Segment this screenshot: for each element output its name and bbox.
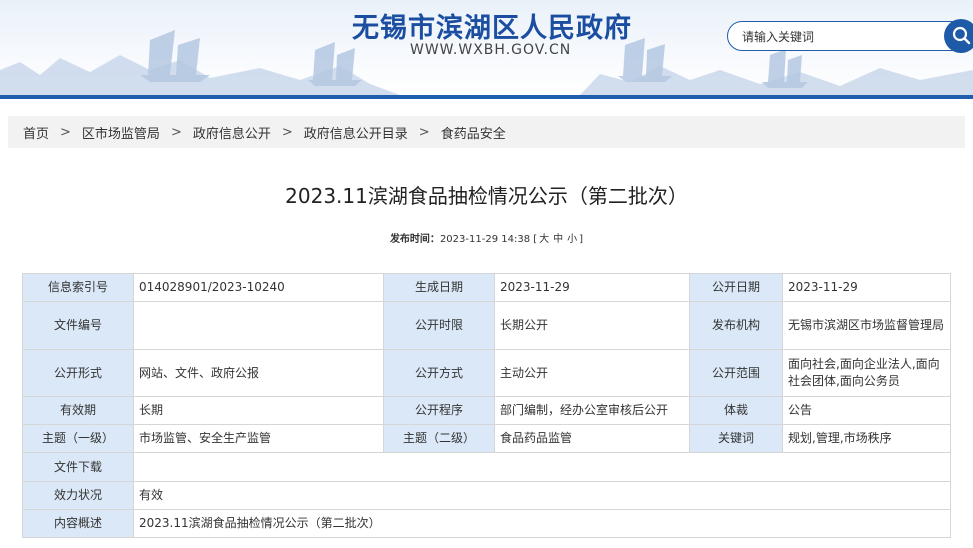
font-size-small-link[interactable]: 小: [567, 234, 577, 245]
index-number-value: 014028901/2023-10240: [133, 273, 384, 302]
generate-date-label: 生成日期: [383, 273, 495, 302]
info-table: 信息索引号 014028901/2023-10240 生成日期 2023-11-…: [22, 273, 951, 538]
breadcrumb-separator: >: [281, 124, 293, 140]
search-button[interactable]: [944, 19, 973, 53]
validity-value: 长期: [133, 396, 384, 425]
breadcrumb-separator: >: [418, 124, 430, 140]
issuer-value: 无锡市滨湖区市场监督管理局: [782, 301, 951, 350]
font-size-bracket-open: [: [533, 234, 538, 245]
procedure-value: 部门编制，经办公室审核后公开: [494, 396, 690, 425]
topic-level2-value: 食品药品监管: [494, 424, 690, 453]
search-box: [727, 21, 967, 51]
publish-date-value: 2023-11-29: [782, 273, 951, 302]
publish-info: 发布时间：2023-11-29 14:38 [大中小]: [0, 230, 973, 245]
procedure-label: 公开程序: [383, 396, 495, 425]
header-divider: [0, 95, 973, 99]
generate-date-value: 2023-11-29: [494, 273, 690, 302]
site-title: 无锡市滨湖区人民政府: [352, 13, 632, 44]
effect-status-value: 有效: [133, 481, 951, 510]
breadcrumb-info-disclosure[interactable]: 政府信息公开: [193, 123, 271, 142]
table-row: 信息索引号 014028901/2023-10240 生成日期 2023-11-…: [22, 273, 951, 302]
file-download-label: 文件下载: [22, 452, 134, 482]
table-row: 内容概述 2023.11滨湖食品抽检情况公示（第二批次）: [22, 509, 951, 538]
disclosure-method-value: 主动公开: [494, 349, 690, 397]
keywords-label: 关键词: [689, 424, 783, 453]
summary-value: 2023.11滨湖食品抽检情况公示（第二批次）: [133, 509, 951, 538]
header-banner: 无锡市滨湖区人民政府 WWW.WXBH.GOV.CN: [0, 0, 973, 95]
topic-level1-label: 主题（一级）: [22, 424, 134, 453]
genre-value: 公告: [782, 396, 951, 425]
breadcrumb-separator: >: [170, 124, 182, 140]
table-row: 有效期 长期 公开程序 部门编制，经办公室审核后公开 体裁 公告: [22, 396, 951, 425]
document-number-label: 文件编号: [22, 301, 134, 350]
genre-label: 体裁: [689, 396, 783, 425]
keywords-value: 规划,管理,市场秩序: [782, 424, 951, 453]
topic-level2-label: 主题（二级）: [383, 424, 495, 453]
effect-status-label: 效力状况: [22, 481, 134, 510]
table-row: 文件下载: [22, 452, 951, 482]
topic-level1-value: 市场监管、安全生产监管: [133, 424, 384, 453]
breadcrumb-food-drug-safety[interactable]: 食药品安全: [441, 123, 506, 142]
time-limit-value: 长期公开: [494, 301, 690, 350]
breadcrumb-home[interactable]: 首页: [23, 123, 49, 142]
disclosure-scope-value: 面向社会,面向企业法人,面向社会团体,面向公务员: [782, 349, 951, 397]
search-input[interactable]: [742, 28, 932, 46]
breadcrumb: 首页 > 区市场监管局 > 政府信息公开 > 政府信息公开目录 > 食药品安全: [8, 116, 965, 148]
table-row: 效力状况 有效: [22, 481, 951, 510]
publish-date-label: 公开日期: [689, 273, 783, 302]
font-size-bracket-close: ]: [579, 234, 584, 245]
time-limit-label: 公开时限: [383, 301, 495, 350]
validity-label: 有效期: [22, 396, 134, 425]
disclosure-scope-label: 公开范围: [689, 349, 783, 397]
issuer-label: 发布机构: [689, 301, 783, 350]
disclosure-form-value: 网站、文件、政府公报: [133, 349, 384, 397]
breadcrumb-separator: >: [60, 124, 71, 140]
disclosure-form-label: 公开形式: [22, 349, 134, 397]
disclosure-method-label: 公开方式: [383, 349, 495, 397]
publish-time-label: 发布时间：: [389, 234, 440, 245]
table-row: 主题（一级） 市场监管、安全生产监管 主题（二级） 食品药品监管 关键词 规划,…: [22, 424, 951, 453]
table-row: 公开形式 网站、文件、政府公报 公开方式 主动公开 公开范围 面向社会,面向企业…: [22, 349, 951, 397]
article-title: 2023.11滨湖食品抽检情况公示（第二批次）: [285, 184, 688, 208]
publish-time: 2023-11-29 14:38: [439, 234, 531, 245]
breadcrumb-disclosure-catalog[interactable]: 政府信息公开目录: [304, 123, 408, 142]
file-download-value: [133, 452, 951, 482]
table-row: 文件编号 公开时限 长期公开 发布机构 无锡市滨湖区市场监督管理局: [22, 301, 951, 350]
breadcrumb-market-bureau[interactable]: 区市场监管局: [82, 123, 160, 142]
summary-label: 内容概述: [22, 509, 134, 538]
document-number-value: [133, 301, 384, 350]
font-size-large-link[interactable]: 大: [539, 234, 549, 245]
search-icon: [952, 26, 971, 45]
font-size-medium-link[interactable]: 中: [553, 234, 563, 245]
site-url: WWW.WXBH.GOV.CN: [410, 42, 572, 58]
index-number-label: 信息索引号: [22, 273, 134, 302]
